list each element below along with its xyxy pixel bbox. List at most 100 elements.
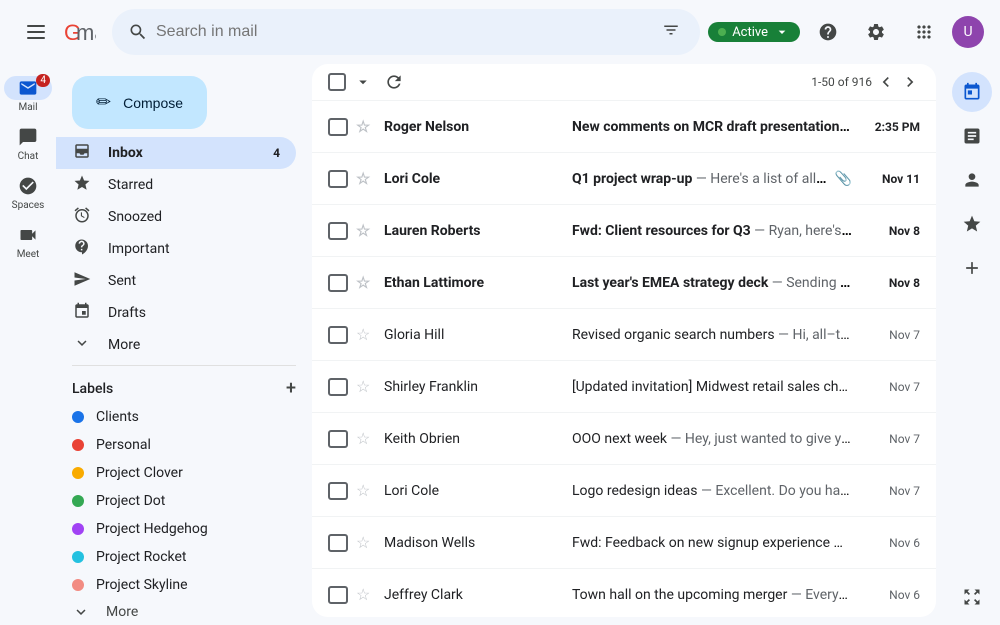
nav-spaces[interactable]: Spaces	[0, 170, 56, 215]
label-item-clients[interactable]: Clients	[56, 403, 296, 431]
prev-page-button[interactable]	[876, 72, 896, 92]
email-subject-snippet-1: New comments on MCR draft presentation —…	[572, 119, 852, 135]
label-text-personal: Personal	[96, 437, 151, 453]
email-sender-4: Ethan Lattimore	[384, 275, 564, 291]
email-row[interactable]: ☆ Lori Cole Q1 project wrap-up — Here's …	[312, 153, 936, 205]
user-avatar[interactable]: U	[952, 16, 984, 48]
email-sender-6: Shirley Franklin	[384, 379, 564, 395]
next-page-button[interactable]	[900, 72, 920, 92]
label-dot-project-skyline	[72, 579, 84, 591]
email-row[interactable]: ☆ Lauren Roberts Fwd: Client resources f…	[312, 205, 936, 257]
email-checkbox-9[interactable]	[328, 534, 348, 552]
email-row[interactable]: ☆ Jeffrey Clark Town hall on the upcomin…	[312, 569, 936, 617]
chat-label: Chat	[18, 151, 39, 162]
email-row[interactable]: ☆ Shirley Franklin [Updated invitation] …	[312, 361, 936, 413]
email-star-9[interactable]: ☆	[356, 533, 376, 552]
label-text-project-skyline: Project Skyline	[96, 577, 188, 593]
email-snippet-8: — Excellent. Do you have time to meet wi…	[701, 483, 852, 499]
email-star-6[interactable]: ☆	[356, 377, 376, 396]
email-checkbox-8[interactable]	[328, 482, 348, 500]
label-text-project-rocket: Project Rocket	[96, 549, 186, 565]
label-dot-project-rocket	[72, 551, 84, 563]
label-item-project-clover[interactable]: Project Clover	[56, 459, 296, 487]
right-panel-expand[interactable]	[952, 577, 992, 617]
nav-label-more: More	[108, 337, 140, 353]
label-item-personal[interactable]: Personal	[56, 431, 296, 459]
email-sender-5: Gloria Hill	[384, 327, 564, 343]
email-rows: ☆ Roger Nelson New comments on MCR draft…	[312, 101, 936, 617]
search-bar[interactable]	[112, 9, 700, 55]
search-input[interactable]	[156, 23, 658, 41]
email-checkbox-5[interactable]	[328, 326, 348, 344]
select-dropdown-arrow[interactable]	[354, 73, 372, 91]
email-row[interactable]: ☆ Lori Cole Logo redesign ideas — Excell…	[312, 465, 936, 517]
email-star-7[interactable]: ☆	[356, 429, 376, 448]
email-date-2: Nov 11	[860, 172, 920, 186]
help-button[interactable]	[808, 12, 848, 52]
nav-item-starred[interactable]: Starred	[56, 169, 296, 201]
nav-label-inbox: Inbox	[108, 145, 143, 161]
nav-mail[interactable]: 4 Mail	[0, 72, 56, 117]
email-row[interactable]: ☆ Roger Nelson New comments on MCR draft…	[312, 101, 936, 153]
search-filter-button[interactable]	[658, 17, 684, 47]
email-row[interactable]: ☆ Madison Wells Fwd: Feedback on new sig…	[312, 517, 936, 569]
right-panel-calendar[interactable]	[952, 72, 992, 112]
nav-item-inbox[interactable]: Inbox 4	[56, 137, 296, 169]
active-status-badge[interactable]: Active	[708, 22, 800, 42]
email-checkbox-7[interactable]	[328, 430, 348, 448]
label-item-project-rocket[interactable]: Project Rocket	[56, 543, 296, 571]
email-sender-3: Lauren Roberts	[384, 223, 564, 239]
right-panel-tasks[interactable]	[952, 116, 992, 156]
email-checkbox-1[interactable]	[328, 118, 348, 136]
nav-item-snoozed[interactable]: Snoozed	[56, 201, 296, 233]
label-text-project-hedgehog: Project Hedgehog	[96, 521, 208, 537]
apps-button[interactable]	[904, 12, 944, 52]
email-checkbox-4[interactable]	[328, 274, 348, 292]
labels-header-text: Labels	[72, 381, 113, 397]
email-subject-10: Town hall on the upcoming merger	[572, 587, 787, 603]
add-label-button[interactable]: +	[286, 378, 296, 399]
email-row[interactable]: ☆ Ethan Lattimore Last year's EMEA strat…	[312, 257, 936, 309]
email-star-3[interactable]: ☆	[356, 221, 376, 240]
right-panel-contacts[interactable]	[952, 160, 992, 200]
nav-chat[interactable]: Chat	[0, 121, 56, 166]
email-star-10[interactable]: ☆	[356, 585, 376, 604]
label-item-project-skyline[interactable]: Project Skyline	[56, 571, 296, 599]
compose-button[interactable]: ✏ Compose	[72, 76, 207, 129]
label-dot-clients	[72, 411, 84, 423]
hamburger-menu[interactable]	[16, 12, 56, 52]
nav-item-more[interactable]: More	[56, 329, 296, 361]
email-snippet-10: — Everyone, we'll be hosting our second …	[791, 587, 852, 603]
more-labels-item[interactable]: More	[56, 599, 312, 625]
right-panel-star[interactable]	[952, 204, 992, 244]
email-star-4[interactable]: ☆	[356, 273, 376, 292]
email-star-2[interactable]: ☆	[356, 169, 376, 188]
nav-item-important[interactable]: Important	[56, 233, 296, 265]
email-row[interactable]: ☆ Gloria Hill Revised organic search num…	[312, 309, 936, 361]
nav-item-sent[interactable]: Sent	[56, 265, 296, 297]
email-star-5[interactable]: ☆	[356, 325, 376, 344]
main-content: 4 Mail Chat Spaces Meet ✏ Compose	[0, 64, 1000, 625]
email-snippet-2: — Here's a list of all the top challenge…	[696, 171, 827, 187]
labels-section-header: Labels +	[56, 370, 312, 403]
nav-meet[interactable]: Meet	[0, 219, 56, 264]
email-list-panel: 1-50 of 916 ☆ Roger Nelson New comments …	[312, 64, 936, 617]
email-checkbox-3[interactable]	[328, 222, 348, 240]
email-star-1[interactable]: ☆	[356, 117, 376, 136]
email-subject-snippet-2: Q1 project wrap-up — Here's a list of al…	[572, 171, 827, 187]
email-star-8[interactable]: ☆	[356, 481, 376, 500]
settings-button[interactable]	[856, 12, 896, 52]
select-all-checkbox[interactable]	[328, 73, 346, 91]
email-subject-5: Revised organic search numbers	[572, 327, 775, 343]
right-panel-add[interactable]	[952, 248, 992, 288]
email-subject-snippet-3: Fwd: Client resources for Q3 — Ryan, her…	[572, 223, 852, 239]
nav-item-drafts[interactable]: Drafts	[56, 297, 296, 329]
email-checkbox-2[interactable]	[328, 170, 348, 188]
email-checkbox-10[interactable]	[328, 586, 348, 604]
email-row[interactable]: ☆ Keith Obrien OOO next week — Hey, just…	[312, 413, 936, 465]
email-checkbox-6[interactable]	[328, 378, 348, 396]
label-item-project-dot[interactable]: Project Dot	[56, 487, 296, 515]
refresh-button[interactable]	[384, 72, 404, 92]
more-labels-label: More	[106, 604, 138, 620]
label-item-project-hedgehog[interactable]: Project Hedgehog	[56, 515, 296, 543]
